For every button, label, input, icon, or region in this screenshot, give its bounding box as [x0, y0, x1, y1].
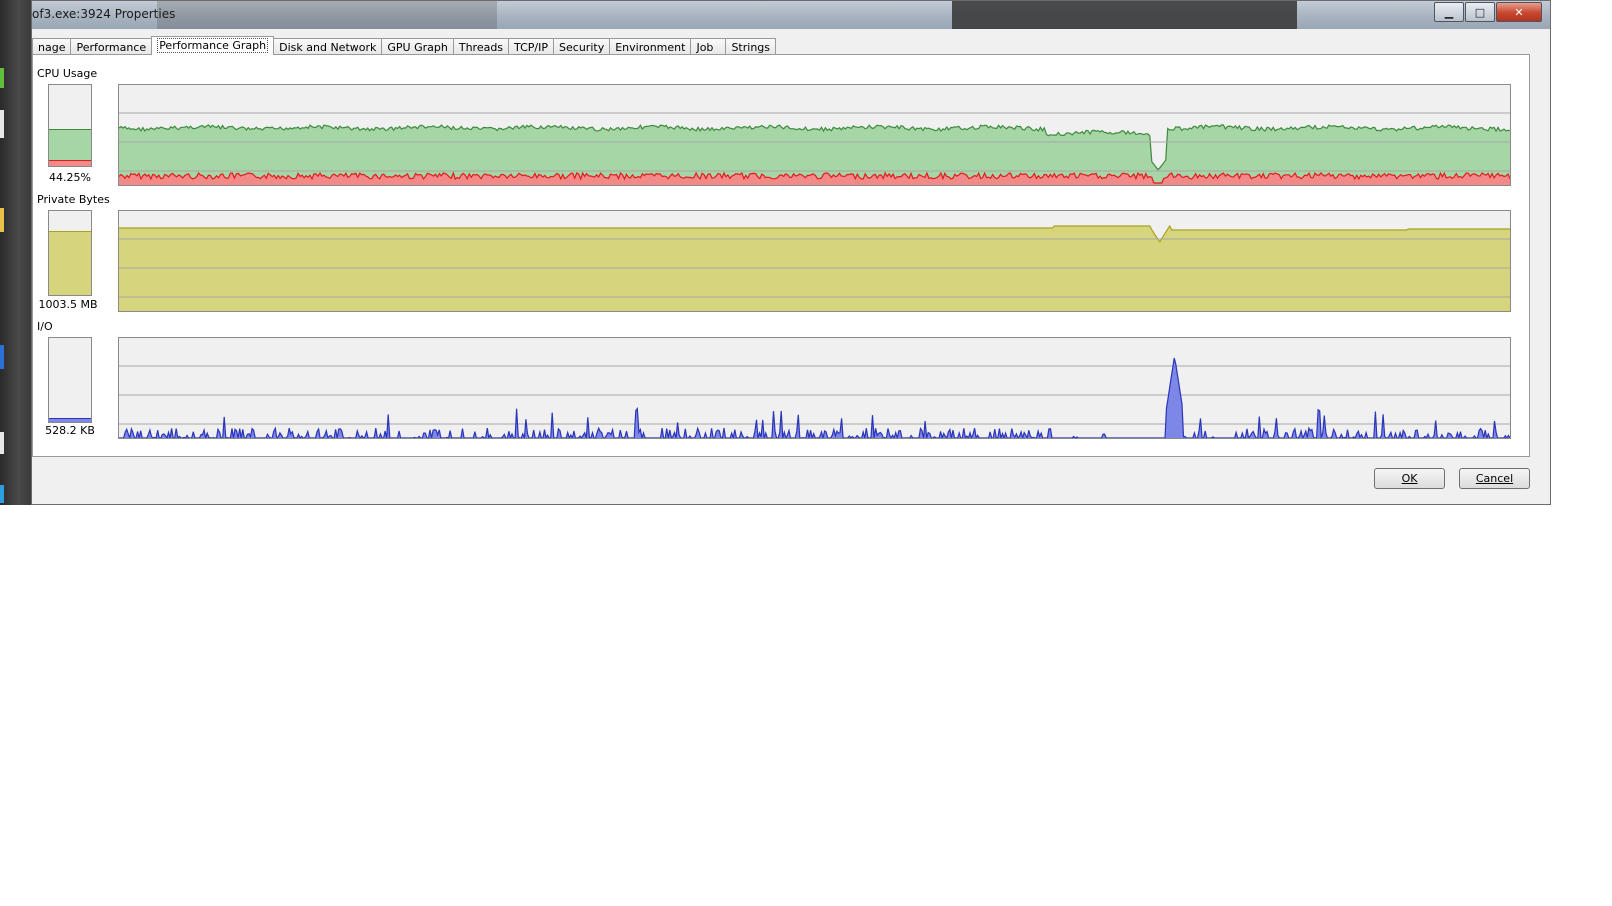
cpu-meter-kernel-fill — [49, 160, 91, 166]
io-graph — [118, 337, 1511, 439]
tab-threads[interactable]: Threads — [452, 38, 510, 55]
window-title: of3.exe:3924 Properties — [32, 7, 176, 21]
io-label: I/O — [37, 320, 53, 333]
tab-image[interactable]: nage — [32, 38, 72, 55]
maximize-icon: □ — [1474, 5, 1486, 19]
io-area — [119, 358, 1510, 438]
close-icon: ✕ — [1514, 5, 1524, 19]
cpu-usage-value: 44.25% — [49, 171, 91, 184]
tab-performance[interactable]: Performance — [70, 38, 153, 55]
minimize-icon: ▁ — [1444, 5, 1454, 19]
private-bytes-meter-fill — [49, 231, 91, 295]
io-value: 528.2 KB — [45, 424, 95, 437]
tab-environment[interactable]: Environment — [609, 38, 692, 55]
tab-performance-graph[interactable]: Performance Graph — [151, 36, 275, 55]
minimize-button[interactable]: ▁ — [1434, 2, 1464, 22]
cpu-usage-label: CPU Usage — [37, 67, 98, 80]
tab-job[interactable]: Job — [690, 38, 727, 55]
cpu-usage-meter — [48, 84, 92, 167]
title-bar[interactable]: of3.exe:3924 Properties ▁ □ ✕ — [32, 1, 1550, 29]
performance-graph-panel: CPU Usage 44.25% Private Bytes 1003.5 MB… — [32, 54, 1530, 457]
tab-tcpip[interactable]: TCP/IP — [508, 38, 555, 55]
io-history — [119, 357, 1510, 438]
io-meter — [48, 337, 92, 423]
properties-window: of3.exe:3924 Properties ▁ □ ✕ nage Perfo… — [31, 0, 1551, 505]
cpu-usage-history — [119, 112, 1510, 185]
io-line — [119, 357, 1510, 438]
tab-security[interactable]: Security — [553, 38, 611, 55]
cancel-button[interactable]: Cancel — [1459, 468, 1530, 489]
tab-strings[interactable]: Strings — [725, 38, 777, 55]
maximize-button[interactable]: □ — [1465, 2, 1495, 22]
tab-gpu-graph[interactable]: GPU Graph — [381, 38, 454, 55]
tab-disk-and-network[interactable]: Disk and Network — [273, 38, 383, 55]
ok-button[interactable]: OK — [1374, 468, 1445, 489]
background-window-strip — [0, 0, 31, 505]
close-button[interactable]: ✕ — [1496, 2, 1542, 22]
private-bytes-graph — [118, 210, 1511, 312]
private-bytes-value: 1003.5 MB — [38, 298, 98, 311]
tab-strip: nage Performance Performance Graph Disk … — [32, 36, 777, 55]
private-bytes-label: Private Bytes — [37, 193, 110, 206]
io-meter-fill — [49, 418, 91, 422]
caption-buttons: ▁ □ ✕ — [1433, 2, 1542, 22]
private-bytes-meter — [48, 210, 92, 296]
cpu-usage-graph — [118, 84, 1511, 186]
private-bytes-history — [119, 224, 1510, 311]
